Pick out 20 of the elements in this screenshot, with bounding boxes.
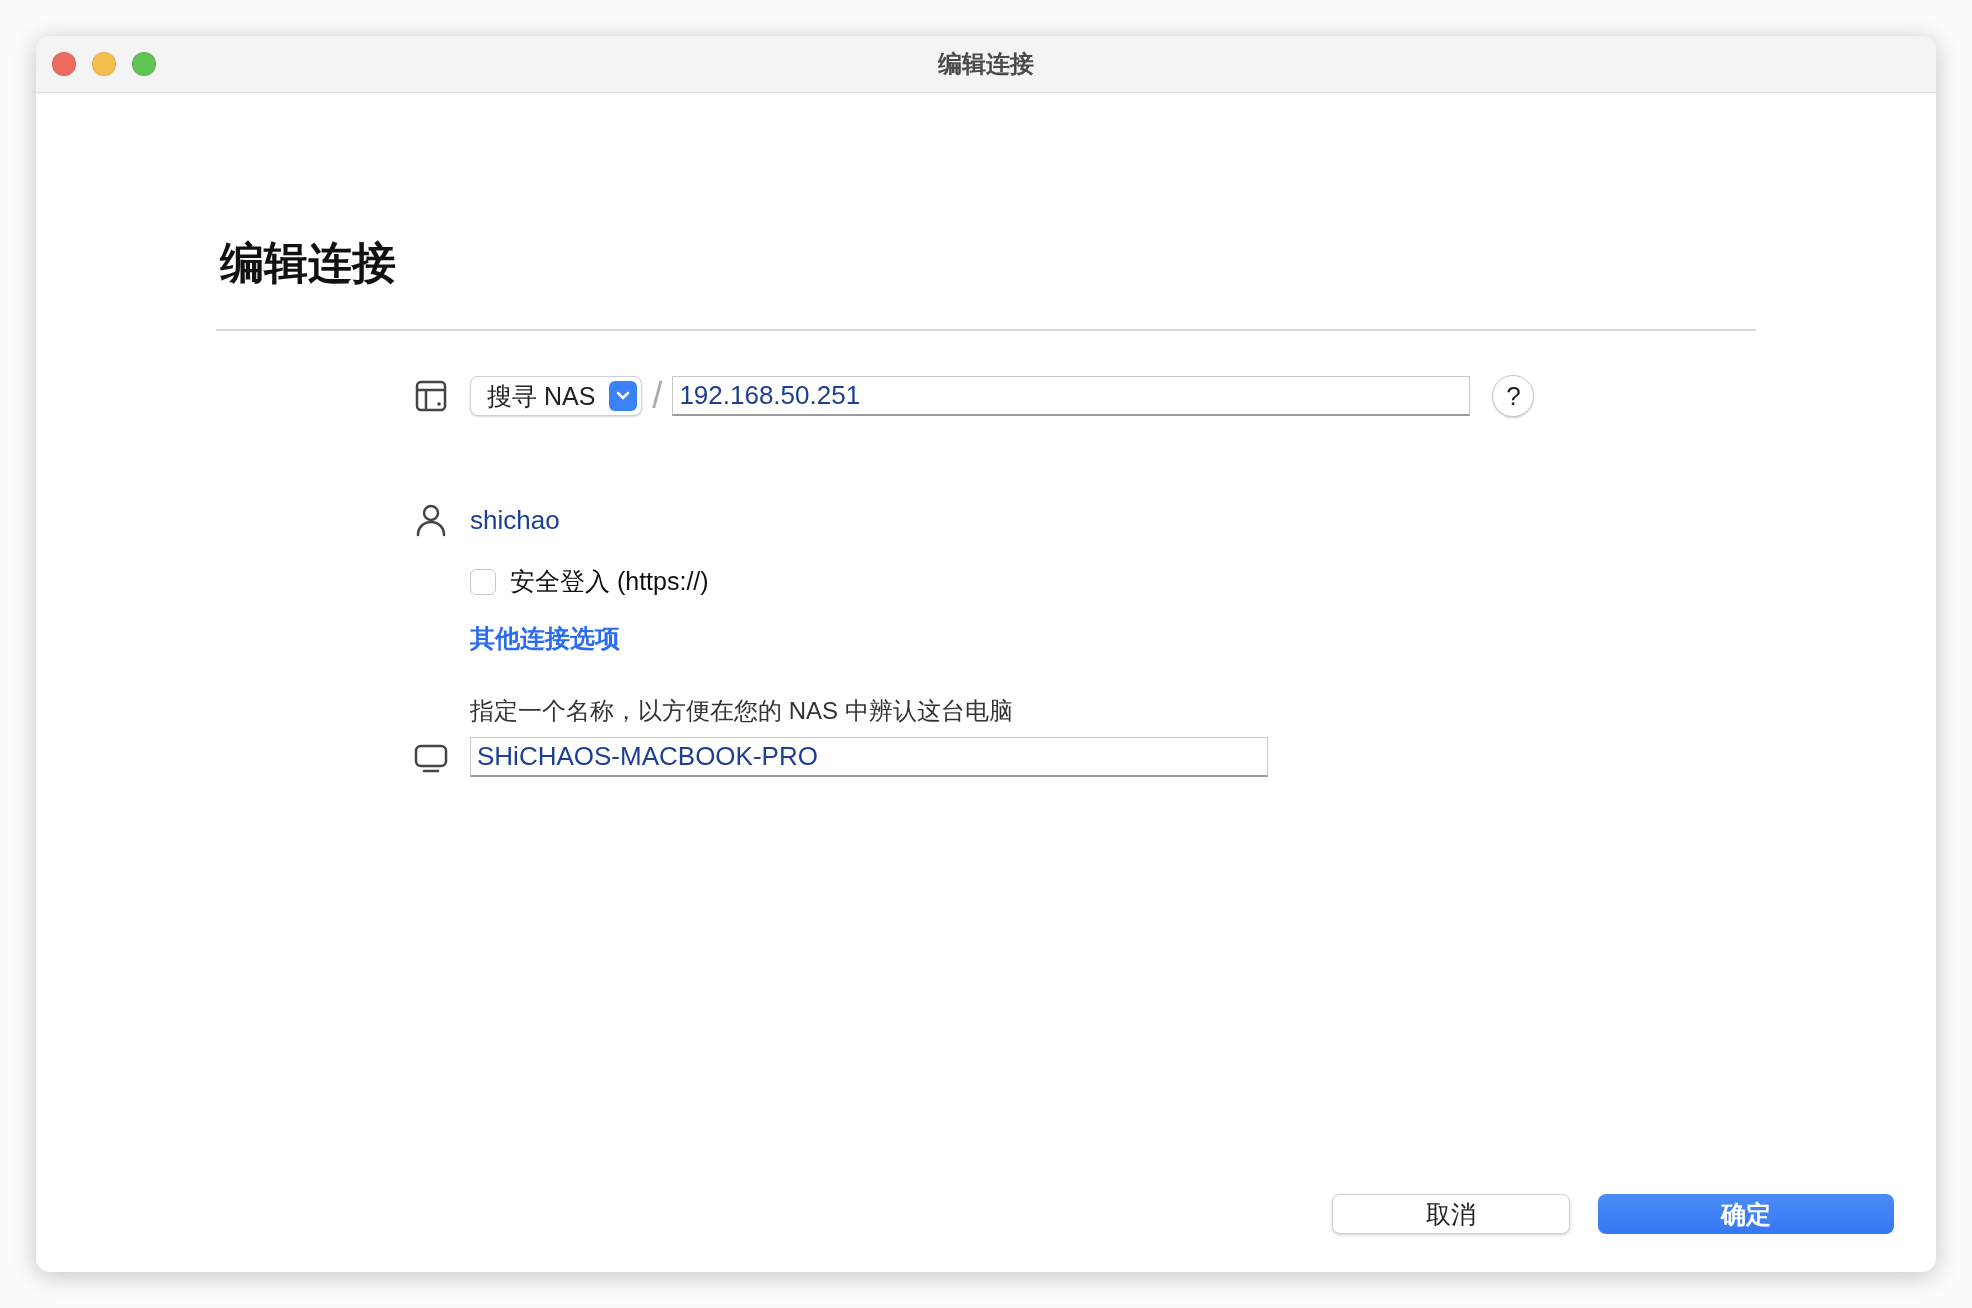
person-icon [414, 503, 448, 537]
close-button[interactable] [52, 52, 76, 76]
confirm-button[interactable]: 确定 [1598, 1194, 1894, 1234]
separator-slash: / [652, 375, 663, 417]
secure-login-checkbox[interactable] [470, 568, 496, 595]
nas-dropdown[interactable]: 搜寻 NAS [470, 376, 643, 416]
address-field[interactable]: 192.168.50.251 [672, 376, 1471, 416]
computer-name-field[interactable]: SHiCHAOS-MACBOOK-PRO [470, 737, 1268, 777]
computer-name-label: 指定一个名称，以方便在您的 NAS 中辨认这台电脑 [470, 696, 1014, 726]
minimize-button[interactable] [92, 52, 116, 76]
panel-layout-icon [414, 379, 448, 413]
dialog-heading: 编辑连接 [220, 237, 397, 289]
secure-login-label: 安全登入 (https://) [510, 566, 709, 597]
username: shichao [470, 504, 560, 536]
help-button[interactable]: ? [1492, 375, 1535, 417]
cancel-button[interactable]: 取消 [1332, 1194, 1570, 1234]
zoom-button[interactable] [132, 52, 156, 76]
chevron-down-icon [615, 391, 632, 401]
window-title: 编辑连接 [938, 50, 1034, 77]
more-options-link[interactable]: 其他连接选项 [470, 622, 620, 655]
